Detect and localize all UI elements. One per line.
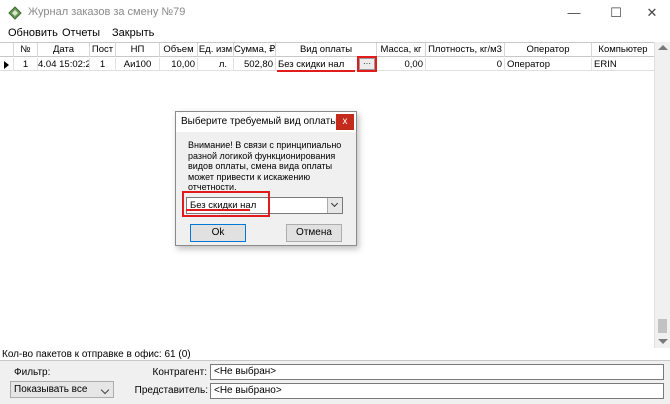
scroll-thumb[interactable] bbox=[658, 319, 667, 333]
highlight-frame-select bbox=[182, 191, 270, 217]
cell-volume[interactable]: 10,00 bbox=[160, 58, 198, 71]
ok-button[interactable]: Ok bbox=[190, 224, 246, 242]
grid-scrollbar[interactable] bbox=[654, 42, 670, 348]
cell-payment-text: Без скидки нал bbox=[278, 59, 345, 70]
cell-num[interactable]: 1 bbox=[14, 58, 38, 71]
grid-header: № Дата Пост НП Объем Ед. изм Сумма, ₽ Ви… bbox=[0, 43, 654, 57]
cell-operator[interactable]: Оператор bbox=[505, 58, 592, 71]
bottom-panel: Фильтр: Показывать все Контрагент: <Не в… bbox=[0, 360, 670, 404]
dialog-title: Выберите требуемый вид оплаты bbox=[181, 116, 338, 127]
header-computer[interactable]: Компьютер bbox=[592, 43, 654, 57]
header-volume[interactable]: Объем bbox=[160, 43, 198, 57]
header-date[interactable]: Дата bbox=[38, 43, 90, 57]
representative-label: Представитель: bbox=[134, 385, 208, 396]
header-num[interactable]: № bbox=[14, 43, 38, 57]
filter-label: Фильтр: bbox=[14, 367, 51, 378]
dialog-warning-text: Внимание! В связи с принципиально разной… bbox=[188, 140, 342, 192]
menu-reports[interactable]: Отчеты bbox=[62, 27, 100, 39]
payment-type-dialog: Выберите требуемый вид оплаты x Внимание… bbox=[175, 111, 357, 246]
cell-unit[interactable]: л. bbox=[198, 58, 234, 71]
app-icon bbox=[8, 6, 22, 20]
header-sum[interactable]: Сумма, ₽ bbox=[234, 43, 276, 57]
cell-fuel[interactable]: Аи100 bbox=[116, 58, 160, 71]
dialog-close-button[interactable]: x bbox=[336, 114, 354, 130]
highlight-underline-payment bbox=[277, 70, 355, 72]
minimize-button[interactable]: — bbox=[552, 0, 596, 25]
header-post[interactable]: Пост bbox=[90, 43, 116, 57]
title-bar: Журнал заказов за смену №79 — ☐ ✕ bbox=[0, 0, 670, 25]
cell-mass[interactable]: 0,00 bbox=[377, 58, 426, 71]
header-density[interactable]: Плотность, кг/м3 bbox=[426, 43, 505, 57]
menu-close[interactable]: Закрыть bbox=[112, 27, 154, 39]
header-unit[interactable]: Ед. изм bbox=[198, 43, 234, 57]
header-fuel[interactable]: НП bbox=[116, 43, 160, 57]
filter-select[interactable]: Показывать все bbox=[10, 381, 114, 398]
cancel-button[interactable]: Отмена bbox=[286, 224, 342, 242]
packets-status: Кол-во пакетов к отправке в офис: 61 (0) bbox=[2, 349, 191, 360]
header-mass[interactable]: Масса, кг bbox=[377, 43, 426, 57]
header-indicator bbox=[0, 43, 14, 57]
filter-value: Показывать все bbox=[14, 384, 88, 395]
contractor-field[interactable]: <Не выбран> bbox=[210, 364, 664, 380]
menu-bar: Обновить Отчеты Закрыть bbox=[0, 25, 670, 42]
close-button[interactable]: ✕ bbox=[630, 0, 670, 25]
cell-date[interactable]: 4.04 15:02:28 bbox=[38, 58, 90, 71]
row-indicator bbox=[0, 58, 14, 71]
chevron-down-icon bbox=[100, 385, 110, 395]
header-operator[interactable]: Оператор bbox=[505, 43, 592, 57]
highlight-frame-ellipsis bbox=[357, 56, 377, 72]
contractor-label: Контрагент: bbox=[152, 367, 207, 378]
cell-post[interactable]: 1 bbox=[90, 58, 116, 71]
scroll-down-icon[interactable] bbox=[658, 339, 668, 344]
representative-field[interactable]: <Не выбрано> bbox=[210, 383, 664, 399]
menu-refresh[interactable]: Обновить bbox=[8, 27, 58, 39]
cell-computer[interactable]: ERIN bbox=[592, 58, 654, 71]
scroll-up-icon[interactable] bbox=[658, 45, 668, 50]
highlight-underline-select bbox=[186, 209, 250, 211]
cell-density[interactable]: 0 bbox=[426, 58, 505, 71]
dialog-title-bar: Выберите требуемый вид оплаты x bbox=[176, 112, 356, 132]
header-payment[interactable]: Вид оплаты bbox=[276, 43, 377, 57]
cell-sum[interactable]: 502,80 bbox=[234, 58, 276, 71]
window-title: Журнал заказов за смену №79 bbox=[28, 6, 186, 18]
row-pointer-icon bbox=[4, 61, 9, 69]
payment-type-dropdown-button[interactable] bbox=[327, 198, 342, 213]
chevron-down-icon bbox=[330, 199, 339, 208]
